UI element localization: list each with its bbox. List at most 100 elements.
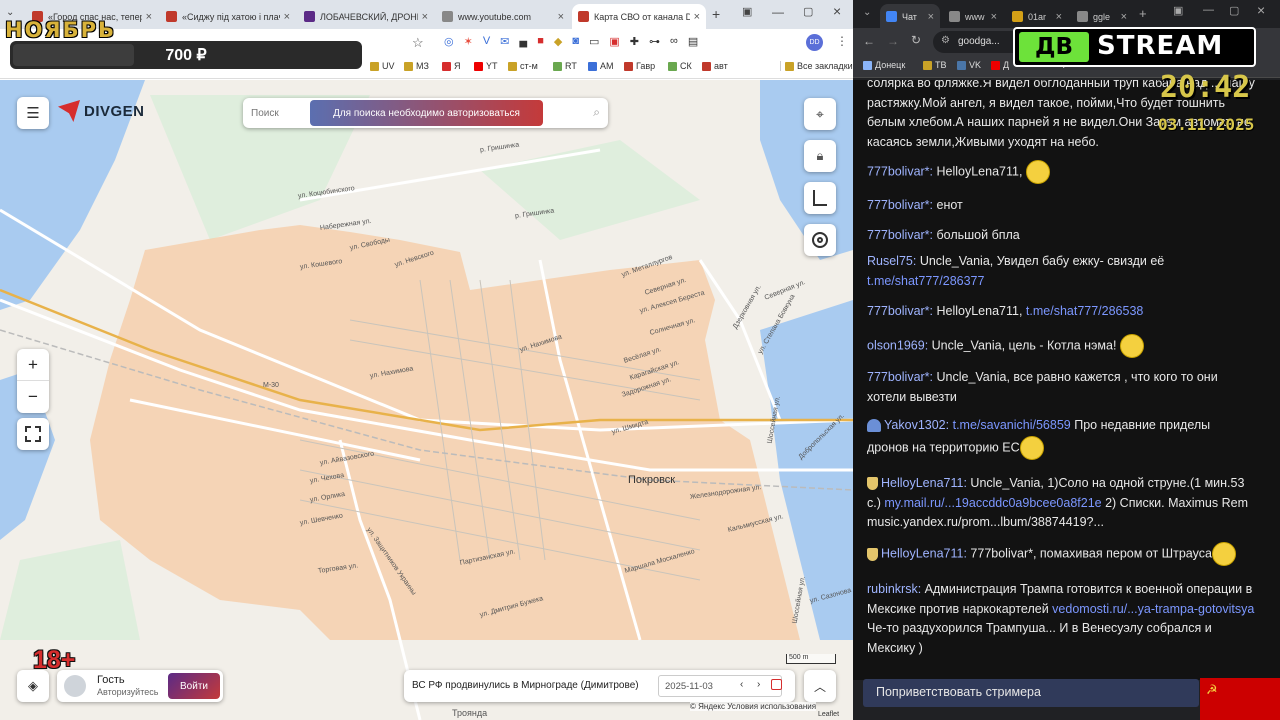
chat-link[interactable]: my.mail.ru/...19accddc0a9bcee0a8f21e	[884, 496, 1101, 510]
bookmark-item[interactable]: YT	[474, 61, 498, 71]
login-button[interactable]: Войти	[168, 673, 220, 699]
chat-link[interactable]: t.me/savanichi/56859	[953, 418, 1071, 432]
search-icon[interactable]: ⌕	[593, 105, 600, 120]
chevron-right-icon[interactable]: ›	[757, 679, 760, 690]
chat-username[interactable]: 777bolivar*:	[867, 228, 933, 242]
zoom-out-button[interactable]: −	[17, 381, 49, 413]
greet-streamer-button[interactable]: Поприветствовать стримера	[863, 679, 1199, 707]
tab-search-icon[interactable]: ⌄	[863, 7, 871, 18]
ruler-button[interactable]	[804, 182, 836, 214]
ext-8-icon[interactable]: ◙	[572, 35, 579, 48]
ext-13-icon[interactable]: ∞	[670, 35, 678, 48]
new-tab-icon[interactable]: +	[712, 6, 720, 22]
chat-username[interactable]: 777bolivar*:	[867, 198, 933, 212]
chat-link[interactable]: vedomosti.ru/...ya-trampa-gotovitsya	[1052, 602, 1254, 616]
close-icon[interactable]: ×	[422, 11, 428, 23]
ext-10-icon[interactable]: ▣	[609, 35, 619, 48]
chat-username[interactable]: 777bolivar*:	[867, 164, 933, 178]
reload-icon[interactable]: ↻	[911, 33, 921, 47]
ext-1-icon[interactable]: ◎	[444, 35, 454, 48]
tab-2[interactable]: «Сиджу під хатою і плачу ×	[160, 4, 296, 29]
ext-6-icon[interactable]: ■	[537, 35, 544, 48]
leaflet-credit[interactable]: Leaflet	[818, 711, 839, 718]
chat-link[interactable]: t.me/shat777/286538	[1026, 304, 1143, 318]
close-icon[interactable]: ×	[928, 11, 934, 23]
close-icon[interactable]: ×	[146, 11, 152, 23]
chat-username[interactable]: Rusel75:	[867, 254, 916, 268]
menu-button[interactable]: ☰	[17, 97, 49, 129]
bookmark-item[interactable]: Я	[442, 61, 461, 71]
chat-username[interactable]: 777bolivar*:	[867, 304, 933, 318]
news-headline[interactable]: ВС РФ продвинулись в Мирнограде (Димитро…	[412, 680, 639, 691]
star-icon[interactable]: ☆	[412, 35, 424, 51]
chat-username[interactable]: Yakov1302:	[884, 418, 949, 432]
ext-9-icon[interactable]: ▭	[589, 35, 599, 48]
chevron-left-icon[interactable]: ‹	[740, 679, 743, 690]
close-window-icon[interactable]: ×	[1257, 2, 1265, 18]
collapse-button[interactable]: ︿	[804, 670, 836, 702]
chat-username[interactable]: 777bolivar*:	[867, 370, 933, 384]
fullscreen-button[interactable]	[17, 418, 49, 450]
ext-2-icon[interactable]: ✶	[464, 35, 473, 48]
avatar[interactable]: DD	[806, 34, 823, 51]
ext-14-icon[interactable]: ▤	[688, 35, 698, 48]
right-tab-2[interactable]: www ×	[943, 4, 1003, 29]
chat-username[interactable]: rubinkrsk:	[867, 582, 921, 596]
ext-5-icon[interactable]: ▄	[519, 35, 527, 48]
close-icon[interactable]: ×	[694, 11, 700, 23]
search-box[interactable]: Для поиска необходимо авторизоваться ⌕	[243, 98, 608, 128]
tab-5-active[interactable]: Карта СВО от канала DI ×	[572, 4, 706, 29]
menu-dots-icon[interactable]: ⋮	[836, 34, 848, 48]
ext-12-icon[interactable]: ⊶	[649, 35, 660, 48]
close-icon[interactable]: ×	[991, 11, 997, 23]
bookmark-item[interactable]: МЗ	[404, 61, 429, 71]
maximize-icon[interactable]: ▢	[803, 5, 813, 18]
close-icon[interactable]: ×	[284, 11, 290, 23]
close-icon[interactable]: ×	[558, 11, 564, 23]
right-tab-3[interactable]: 01ar ×	[1006, 4, 1068, 29]
zoom-in-button[interactable]: +	[17, 349, 49, 381]
attribution[interactable]: © Яндекс Условия использования	[690, 702, 817, 711]
maximize-icon[interactable]: ▢	[1229, 4, 1239, 17]
lock-button[interactable]: 🔒︎	[804, 140, 836, 172]
ext-7-icon[interactable]: ◆	[554, 35, 562, 48]
chat-panel[interactable]: солярка во фляжке.Я видел обглоданный тр…	[853, 80, 1280, 680]
location-button[interactable]: ⌖	[804, 98, 836, 130]
bookmark-item[interactable]: СК	[668, 61, 692, 71]
new-tab-icon[interactable]: +	[1139, 6, 1147, 21]
bookmark-item[interactable]: UV	[370, 61, 395, 71]
ext-3-icon[interactable]: V	[483, 35, 490, 48]
bookmark-item[interactable]: ст-м	[508, 61, 538, 71]
right-tab-chat[interactable]: Чат ×	[880, 4, 940, 29]
bookmark-item[interactable]: VK	[957, 60, 981, 70]
calendar-icon[interactable]	[771, 679, 782, 690]
date-field[interactable]: 2025-11-03	[658, 675, 782, 697]
chat-link[interactable]: t.me/shat777/286377	[867, 274, 984, 288]
bookmark-item[interactable]: Д	[991, 60, 1009, 70]
close-icon[interactable]: ×	[1056, 11, 1062, 23]
divgen-logo[interactable]: DIVGEN	[58, 100, 145, 122]
search-input[interactable]	[251, 107, 301, 119]
minimize-icon[interactable]: —	[772, 5, 784, 19]
bookmark-item[interactable]: Гавр	[624, 61, 655, 71]
bookmark-item[interactable]: ТВ	[923, 60, 947, 70]
puzzle-icon[interactable]: ✚	[630, 35, 639, 48]
chat-username[interactable]: HelloyLena711:	[881, 476, 967, 490]
close-window-icon[interactable]: ×	[833, 3, 841, 19]
forward-icon[interactable]: →	[887, 34, 899, 48]
minimize-icon[interactable]: —	[1203, 4, 1214, 16]
chat-username[interactable]: HelloyLena711:	[881, 546, 967, 560]
chat-username[interactable]: olson1969:	[867, 338, 928, 352]
all-bookmarks[interactable]: Все закладки	[780, 61, 853, 71]
close-icon[interactable]: ×	[1121, 11, 1127, 23]
site-info-icon[interactable]: ⚙	[941, 35, 950, 46]
back-icon[interactable]: ←	[863, 34, 875, 48]
tab-4[interactable]: www.youtube.com ×	[436, 4, 570, 29]
right-tab-4[interactable]: ggle ×	[1071, 4, 1133, 29]
bookmark-item[interactable]: АМ	[588, 61, 614, 71]
profile-icon[interactable]: ▣	[1173, 4, 1183, 17]
profile-icon[interactable]: ▣	[742, 5, 752, 18]
target-button[interactable]	[804, 224, 836, 256]
bookmark-item[interactable]: Донецк	[863, 60, 905, 70]
map-canvas[interactable]: р. Гришинка ул. Коцюбинского Набережная ул…	[0, 80, 853, 720]
